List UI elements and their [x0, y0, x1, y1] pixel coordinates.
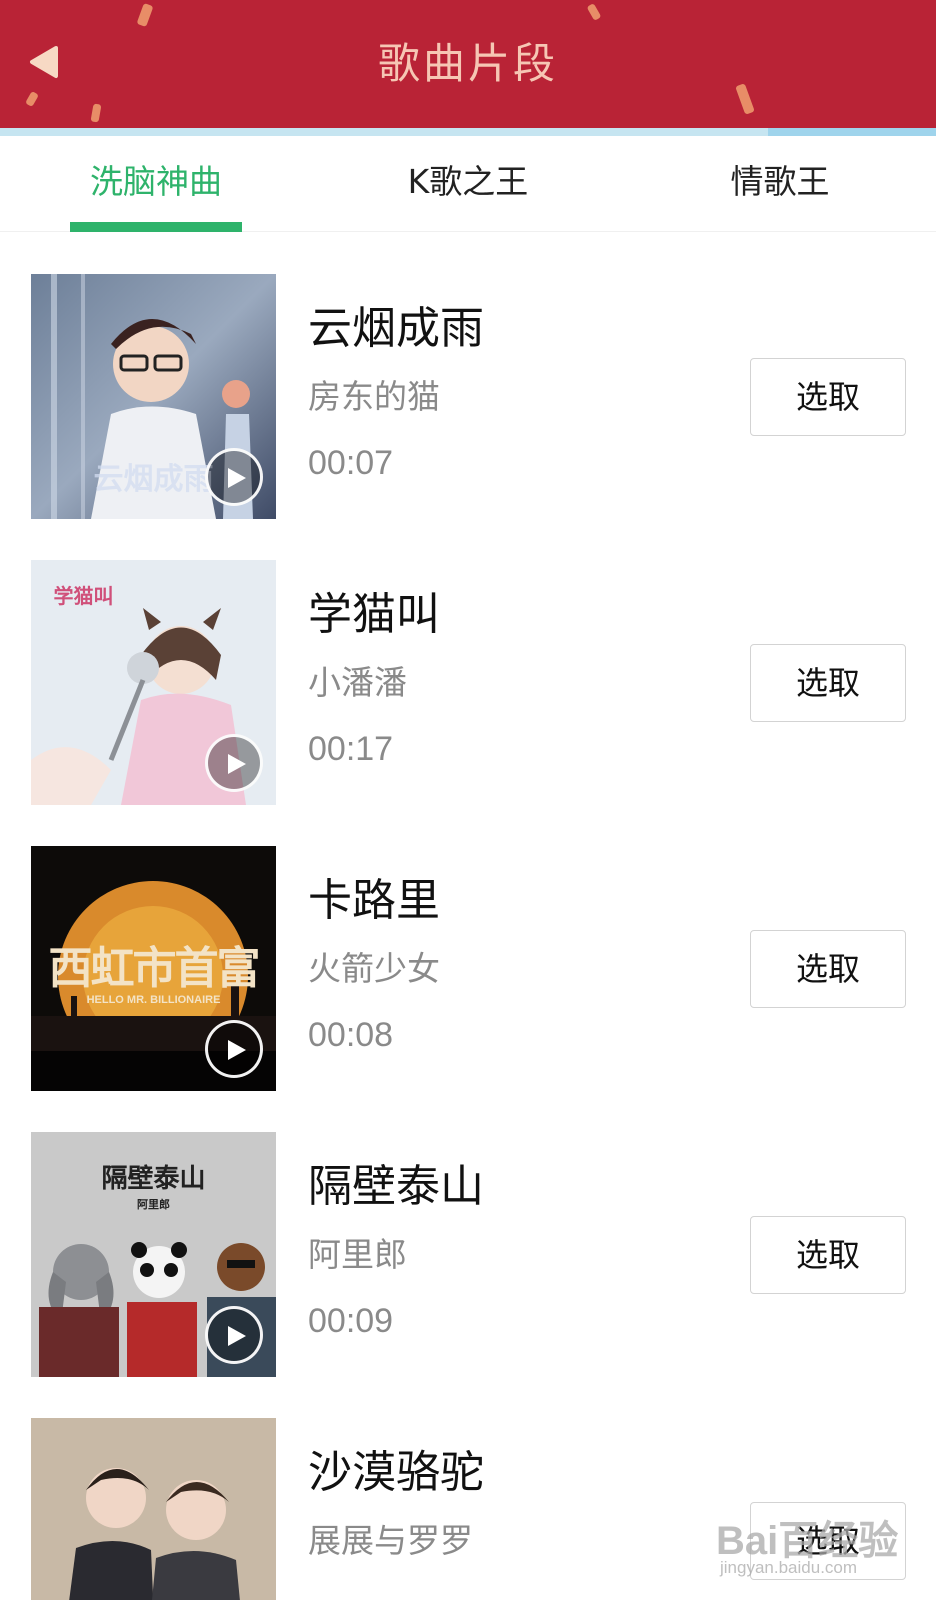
play-button[interactable]: [205, 1306, 263, 1364]
select-button[interactable]: 选取: [750, 1216, 906, 1294]
play-button[interactable]: [205, 1020, 263, 1078]
tab-k-song-king[interactable]: K歌之王: [388, 136, 548, 232]
list-item: 学猫叫 学猫叫 小潘潘 00:17 选取: [0, 526, 936, 812]
song-duration: 00:17: [308, 730, 394, 768]
play-icon: [228, 468, 246, 488]
album-cover[interactable]: 隔壁泰山 阿里郎: [31, 1132, 276, 1377]
song-artist: 火箭少女: [308, 949, 440, 988]
song-title: 学猫叫: [308, 589, 440, 640]
song-artist: 房东的猫: [308, 377, 440, 416]
tab-brainwash-songs[interactable]: 洗脑神曲: [70, 136, 242, 232]
list-item: 云烟成雨 云烟成雨 房东的猫 00:07 选取: [0, 240, 936, 526]
album-cover[interactable]: 西虹市首富 HELLO MR. BILLIONAIRE: [31, 846, 276, 1091]
song-list: 云烟成雨 云烟成雨 房东的猫 00:07 选取 学猫叫 学猫叫 小潘潘 00:1…: [0, 240, 936, 1600]
select-button[interactable]: 选取: [750, 930, 906, 1008]
header-divider: [0, 128, 936, 136]
song-duration: 00:09: [308, 1302, 394, 1340]
album-art: [31, 1418, 276, 1600]
song-duration: 00:08: [308, 1016, 394, 1054]
song-title: 沙漠骆驼: [308, 1447, 484, 1498]
song-title: 卡路里: [308, 875, 440, 926]
app-header: 歌曲片段: [0, 0, 936, 128]
album-cover[interactable]: [31, 1418, 276, 1600]
album-cover[interactable]: 云烟成雨: [31, 274, 276, 519]
play-button[interactable]: [205, 734, 263, 792]
select-button[interactable]: 选取: [750, 644, 906, 722]
song-duration: 00:07: [308, 444, 394, 482]
song-artist: 展展与罗罗: [308, 1521, 473, 1560]
watermark-url: jingyan.baidu.com: [720, 1558, 858, 1577]
song-artist: 小潘潘: [308, 663, 407, 702]
album-cover[interactable]: 学猫叫: [31, 560, 276, 805]
cover-title: 隔壁泰山: [101, 1164, 206, 1194]
play-icon: [228, 754, 246, 774]
cover-title: 西虹市首富: [48, 943, 261, 994]
cover-title: 学猫叫: [53, 584, 114, 608]
tab-bar: 洗脑神曲 K歌之王 情歌王: [0, 136, 936, 232]
tab-love-song-king[interactable]: 情歌王: [700, 136, 860, 232]
baidu-watermark: Bai百经验 jingyan.baidu.com: [716, 1498, 916, 1588]
song-title: 云烟成雨: [308, 303, 484, 354]
cover-subtitle: 阿里郎: [137, 1198, 170, 1211]
play-button[interactable]: [205, 448, 263, 506]
list-item: 隔壁泰山 阿里郎 隔壁泰山 阿里郎 00:09 选取: [0, 1098, 936, 1384]
page-title: 歌曲片段: [377, 39, 558, 88]
song-artist: 阿里郎: [308, 1235, 407, 1274]
cover-subtitle: HELLO MR. BILLIONAIRE: [86, 994, 221, 1006]
play-icon: [228, 1040, 246, 1060]
list-item: 西虹市首富 HELLO MR. BILLIONAIRE 卡路里 火箭少女 00:…: [0, 812, 936, 1098]
play-icon: [228, 1326, 246, 1346]
active-tab-indicator: [70, 222, 242, 232]
song-title: 隔壁泰山: [308, 1161, 484, 1212]
select-button[interactable]: 选取: [750, 358, 906, 436]
